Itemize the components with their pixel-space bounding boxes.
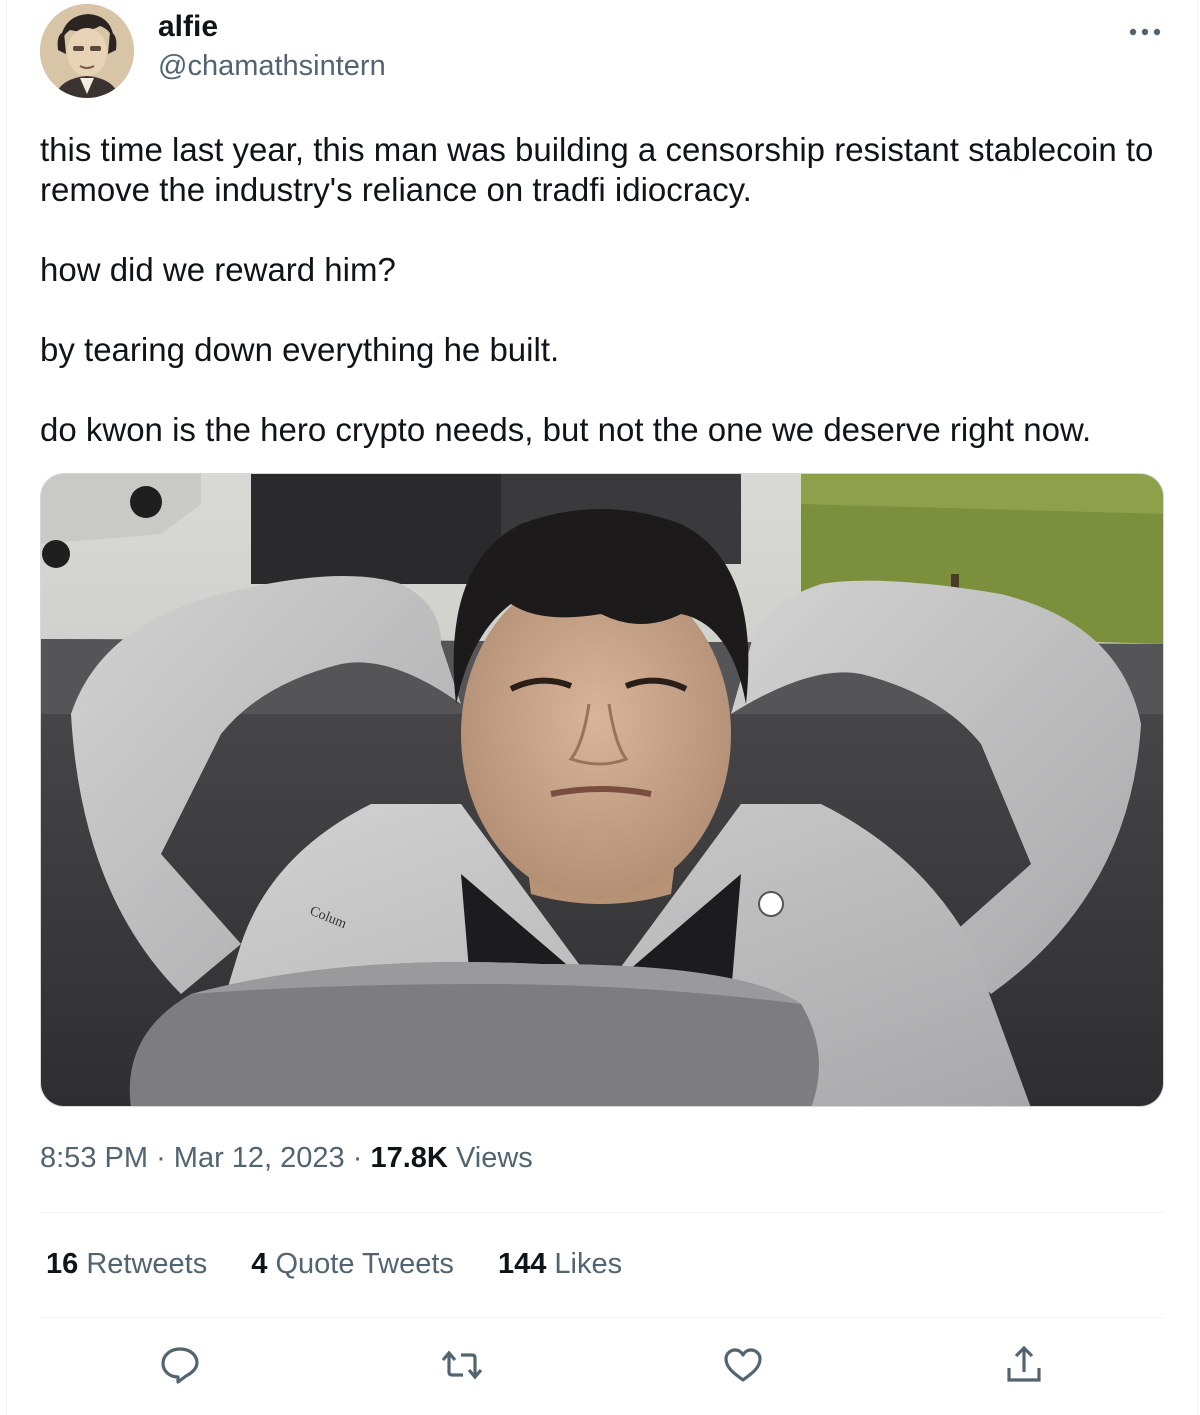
quotes-count: 4	[251, 1248, 268, 1280]
tweet-date[interactable]: Mar 12, 2023	[174, 1142, 345, 1174]
retweets-stat[interactable]: 16 Retweets	[46, 1248, 207, 1281]
tweet-time[interactable]: 8:53 PM	[40, 1142, 148, 1174]
tweet-paragraph: how did we reward him?	[40, 251, 396, 288]
retweets-label: Retweets	[86, 1248, 208, 1280]
quote-tweets-stat[interactable]: 4 Quote Tweets	[251, 1248, 454, 1281]
likes-label: Likes	[554, 1248, 623, 1280]
tweet-text: this time last year, this man was buildi…	[40, 130, 1170, 490]
tweet-paragraph: by tearing down everything he built.	[40, 331, 560, 368]
meta-separator: ·	[352, 1142, 363, 1174]
tweet-stats: 16 Retweets 4 Quote Tweets 144 Likes	[46, 1248, 658, 1281]
divider	[40, 1212, 1164, 1213]
share-icon[interactable]	[1003, 1344, 1045, 1386]
retweets-count: 16	[46, 1248, 79, 1280]
author-handle[interactable]: @chamathsintern	[158, 50, 386, 83]
more-icon[interactable]	[1128, 12, 1162, 44]
quotes-label: Quote Tweets	[275, 1248, 454, 1280]
likes-stat[interactable]: 144 Likes	[498, 1248, 622, 1281]
tweet-photo[interactable]: Colum	[40, 473, 1164, 1107]
meta-separator: ·	[156, 1142, 166, 1174]
views-count: 17.8K	[370, 1142, 448, 1174]
author-name[interactable]: alfie	[158, 10, 218, 44]
retweet-icon[interactable]	[441, 1344, 483, 1386]
tweet-meta: 8:53 PM · Mar 12, 2023 · 17.8K Views	[40, 1142, 533, 1175]
tweet-paragraph: do kwon is the hero crypto needs, but no…	[40, 411, 1092, 448]
views-label: Views	[455, 1142, 533, 1174]
reply-icon[interactable]	[159, 1344, 201, 1386]
divider	[40, 1317, 1164, 1318]
like-icon[interactable]	[722, 1344, 764, 1386]
likes-count: 144	[497, 1248, 547, 1280]
avatar[interactable]	[40, 4, 134, 98]
tweet-paragraph: this time last year, this man was buildi…	[40, 131, 1154, 208]
